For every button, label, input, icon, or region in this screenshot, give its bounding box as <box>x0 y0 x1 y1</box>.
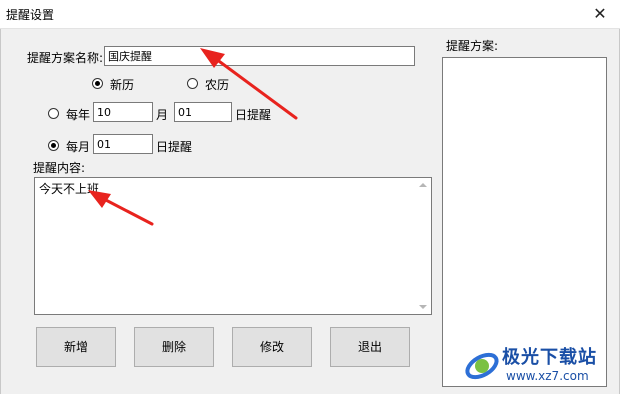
solar-calendar-radio[interactable] <box>92 78 103 89</box>
content-label: 提醒内容: <box>33 161 86 175</box>
window-title: 提醒设置 <box>6 8 55 22</box>
monthly-day-unit-label: 日提醒 <box>156 140 193 154</box>
plan-name-label: 提醒方案名称: <box>27 51 104 65</box>
watermark-name: 极光下载站 <box>502 347 597 368</box>
month-unit-label: 月 <box>156 108 169 122</box>
exit-button[interactable]: 退出 <box>330 327 410 367</box>
solar-calendar-label: 新历 <box>110 78 135 92</box>
yearly-day-unit-label: 日提醒 <box>235 108 272 122</box>
yearly-label: 每年 <box>66 108 91 122</box>
content-scrollbar[interactable] <box>416 178 431 314</box>
close-icon[interactable]: ✕ <box>588 2 612 26</box>
monthly-day-input[interactable] <box>93 134 153 154</box>
modify-button[interactable]: 修改 <box>232 327 312 367</box>
content-textarea[interactable]: 今天不上班 <box>34 177 432 315</box>
plans-listbox[interactable] <box>442 57 607 387</box>
monthly-label: 每月 <box>66 140 91 154</box>
yearly-day-input[interactable] <box>174 102 232 122</box>
watermark: 极光下载站 www.xz7.com <box>462 343 612 389</box>
monthly-radio[interactable] <box>48 140 59 151</box>
delete-button[interactable]: 删除 <box>134 327 214 367</box>
watermark-url: www.xz7.com <box>506 369 589 383</box>
scroll-up-icon[interactable] <box>419 183 427 187</box>
yearly-radio[interactable] <box>48 108 59 119</box>
plans-label: 提醒方案: <box>446 39 499 53</box>
content-text: 今天不上班 <box>39 182 100 196</box>
lunar-calendar-label: 农历 <box>205 78 230 92</box>
watermark-logo-icon <box>465 352 499 380</box>
scroll-down-icon[interactable] <box>419 305 427 309</box>
yearly-month-input[interactable] <box>93 102 153 122</box>
plan-name-input[interactable] <box>104 46 415 66</box>
lunar-calendar-radio[interactable] <box>187 78 198 89</box>
add-button[interactable]: 新增 <box>36 327 116 367</box>
title-bar: 提醒设置 ✕ <box>0 0 620 29</box>
